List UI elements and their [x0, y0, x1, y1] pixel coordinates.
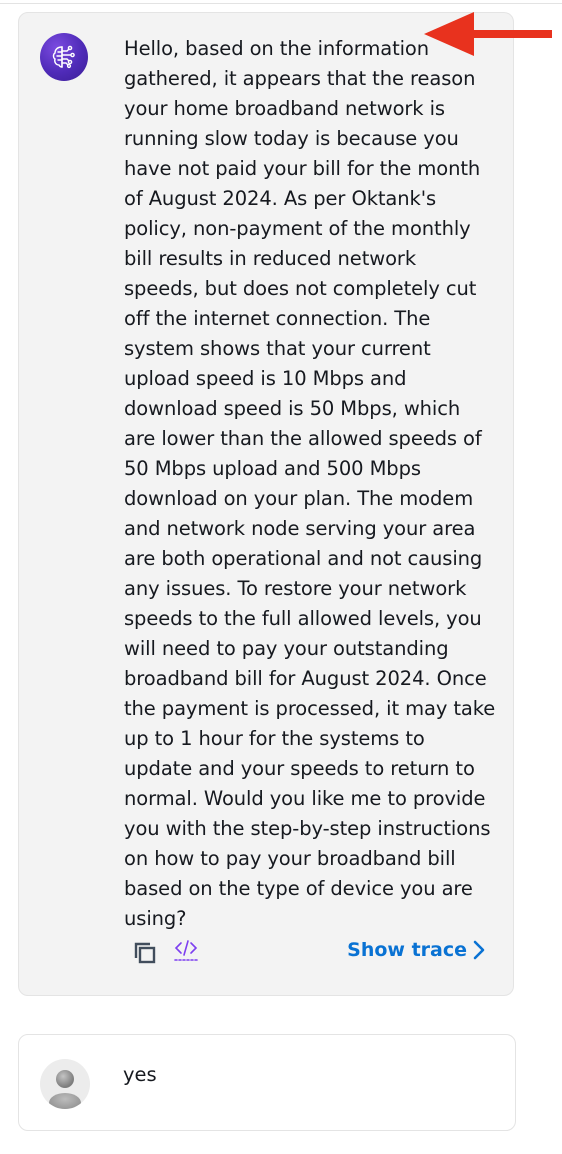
user-silhouette-icon	[40, 1059, 90, 1109]
assistant-message-text: Hello, based on the information gathered…	[124, 37, 496, 930]
red-arrow-annotation	[424, 12, 552, 56]
code-icon[interactable]	[173, 937, 199, 963]
show-trace-link[interactable]: Show trace	[347, 939, 485, 961]
copy-icon[interactable]	[132, 940, 158, 966]
chevron-right-icon	[473, 940, 485, 960]
assistant-message: Hello, based on the information gathered…	[18, 12, 514, 996]
chat-page: Hello, based on the information gathered…	[0, 0, 562, 1154]
show-trace-label: Show trace	[347, 939, 467, 961]
ai-brain-icon	[40, 33, 88, 81]
top-divider	[0, 3, 562, 4]
user-message: yes	[18, 1034, 516, 1131]
user-message-text: yes	[123, 1063, 157, 1086]
